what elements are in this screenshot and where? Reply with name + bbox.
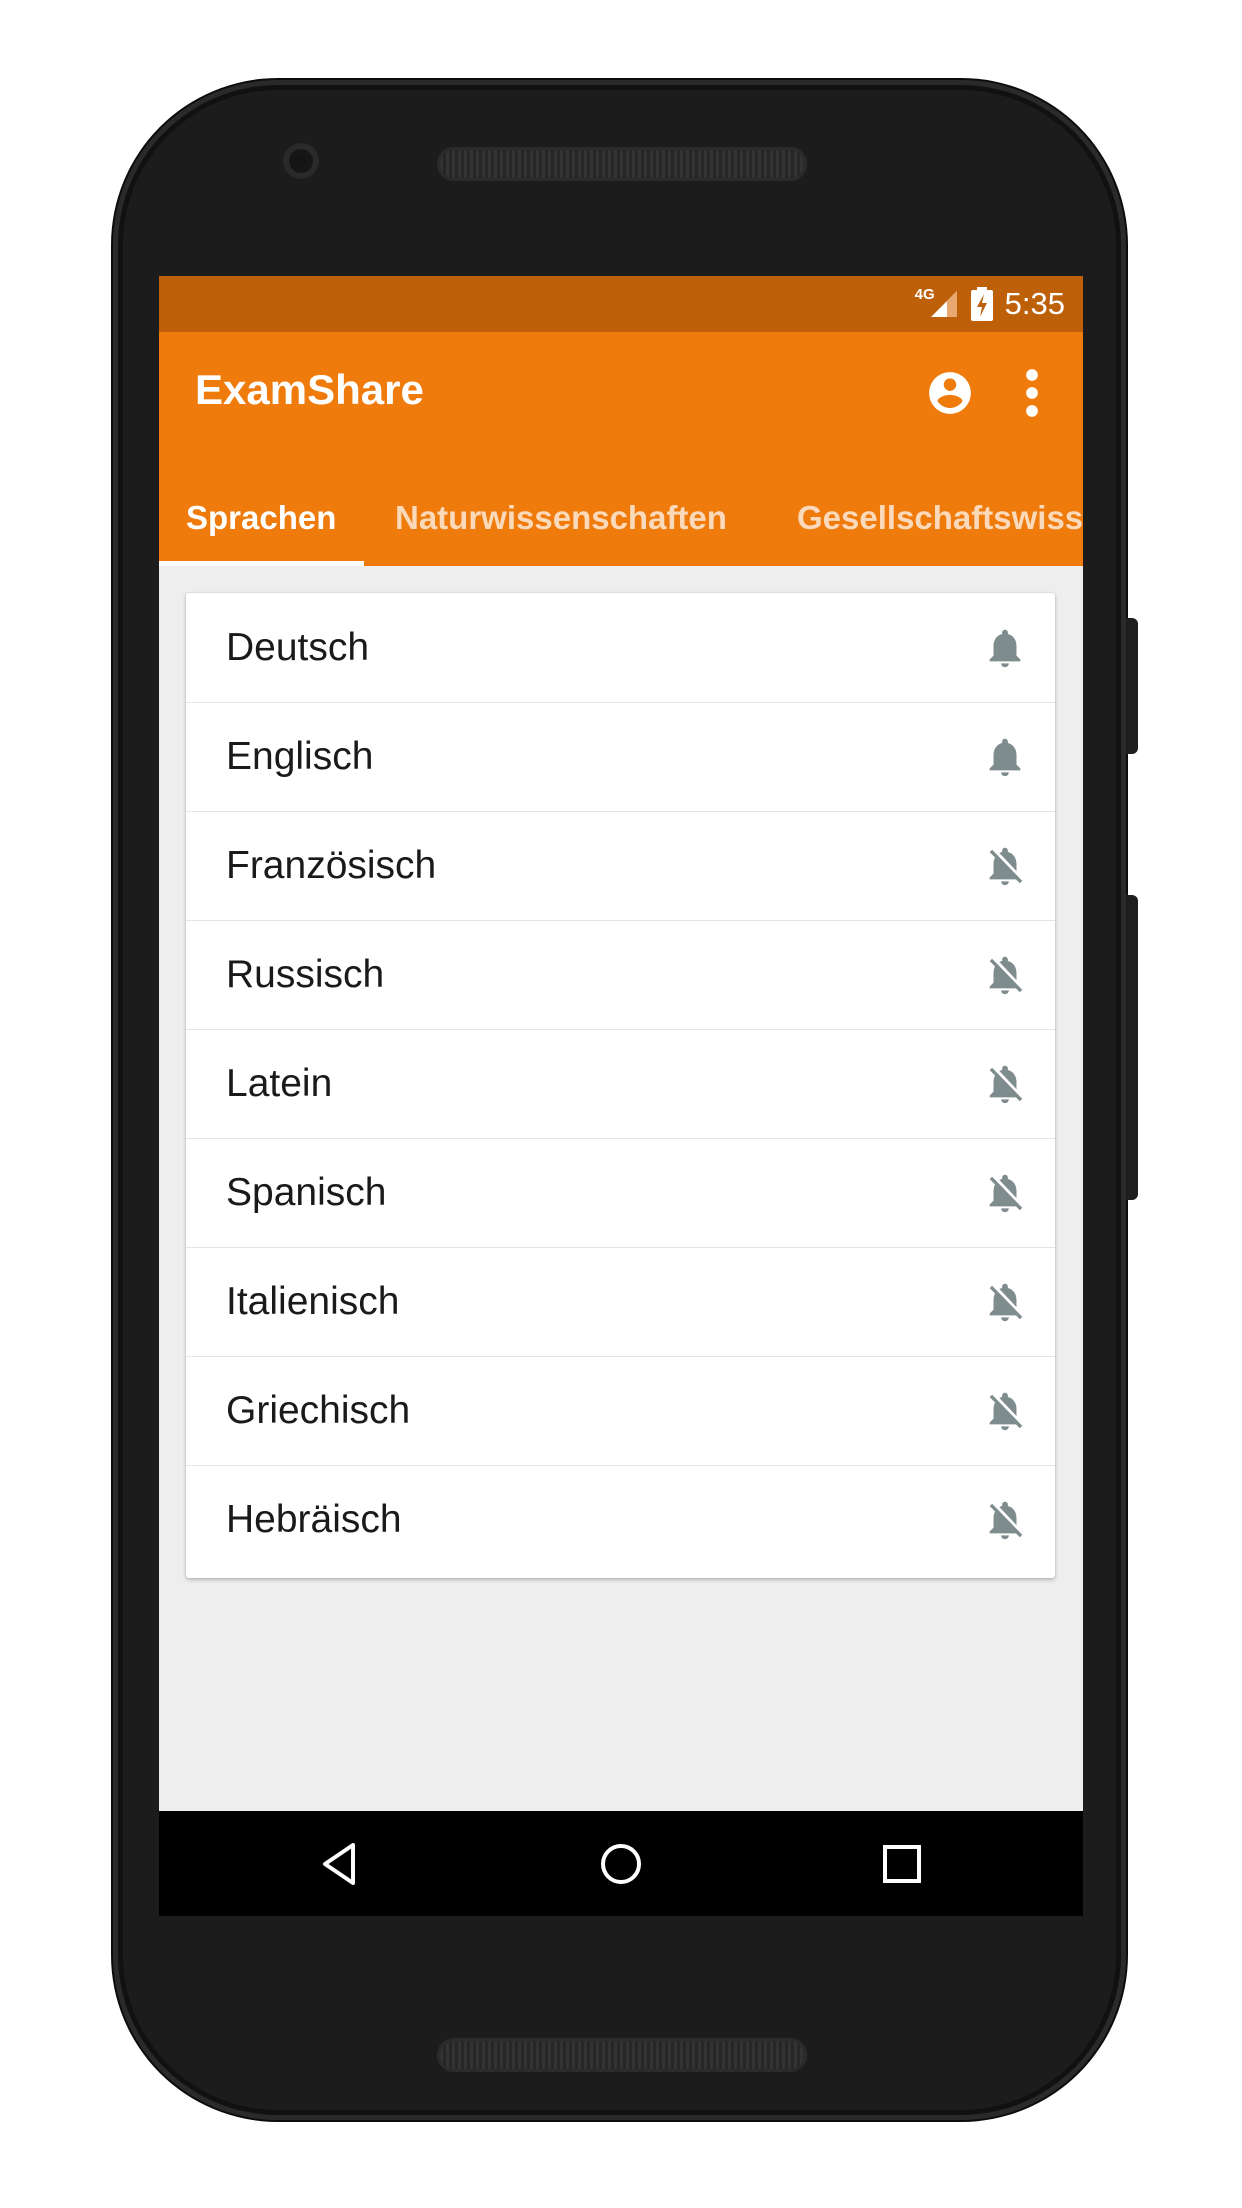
bell-off-icon[interactable] (982, 952, 1028, 998)
top-speaker (437, 147, 807, 181)
bottom-speaker (437, 2038, 807, 2072)
bell-icon[interactable] (982, 734, 1028, 780)
subject-name: Spanisch (226, 1171, 387, 1214)
list-item[interactable]: Latein (186, 1029, 1055, 1139)
clock: 5:35 (1004, 286, 1065, 321)
list-item[interactable]: Französisch (186, 811, 1055, 921)
app-title: ExamShare (195, 366, 424, 413)
list-item[interactable]: Hebräisch (186, 1465, 1055, 1574)
power-button (1126, 895, 1138, 1200)
tab-naturwissenschaften[interactable]: Naturwissenschaften (395, 470, 727, 566)
bell-off-icon[interactable] (982, 1061, 1028, 1107)
status-bar: 4G 5:35 (159, 276, 1083, 332)
list-item[interactable]: Griechisch (186, 1356, 1055, 1466)
tab-indicator (159, 561, 364, 566)
bell-off-icon[interactable] (982, 1279, 1028, 1325)
front-camera (283, 143, 319, 179)
navigation-bar (159, 1811, 1083, 1916)
recents-square-icon[interactable] (877, 1839, 927, 1889)
bell-off-icon[interactable] (982, 1497, 1028, 1543)
subject-name: Latein (226, 1062, 333, 1105)
bell-off-icon[interactable] (982, 1170, 1028, 1216)
back-triangle-icon[interactable] (315, 1839, 365, 1889)
list-item[interactable]: Englisch (186, 702, 1055, 812)
subject-list: Deutsch Englisch Französisch Russisch Latein… (186, 593, 1055, 1578)
bell-off-icon[interactable] (982, 1388, 1028, 1434)
subject-name: Hebräisch (226, 1498, 402, 1541)
subject-name: Englisch (226, 735, 374, 778)
bell-icon[interactable] (982, 625, 1028, 671)
screen: 4G 5:35 ExamShare Sprachen Naturwissensc… (159, 276, 1083, 1916)
subject-name: Griechisch (226, 1389, 411, 1432)
subject-name: Französisch (226, 844, 437, 887)
more-vert-icon[interactable] (1017, 366, 1047, 420)
list-item[interactable]: Russisch (186, 920, 1055, 1030)
account-circle-icon[interactable] (925, 368, 975, 418)
battery-charging-icon (970, 287, 993, 321)
network-type: 4G (914, 285, 935, 303)
list-item[interactable]: Spanisch (186, 1138, 1055, 1248)
subject-name: Russisch (226, 953, 385, 996)
bell-off-icon[interactable] (982, 843, 1028, 889)
subject-name: Deutsch (226, 626, 370, 669)
subject-name: Italienisch (226, 1280, 400, 1323)
tab-bar: Sprachen Naturwissenschaften Gesellschaf… (159, 470, 1083, 566)
tab-sprachen[interactable]: Sprachen (186, 470, 336, 566)
list-item[interactable]: Italienisch (186, 1247, 1055, 1357)
tab-gesellschaftswissenschaften[interactable]: Gesellschaftswiss (797, 470, 1083, 566)
home-circle-icon[interactable] (596, 1839, 646, 1889)
volume-button (1126, 618, 1138, 754)
list-item[interactable]: Deutsch (186, 593, 1055, 703)
app-bar: ExamShare Sprachen Naturwissenschaften G… (159, 332, 1083, 566)
